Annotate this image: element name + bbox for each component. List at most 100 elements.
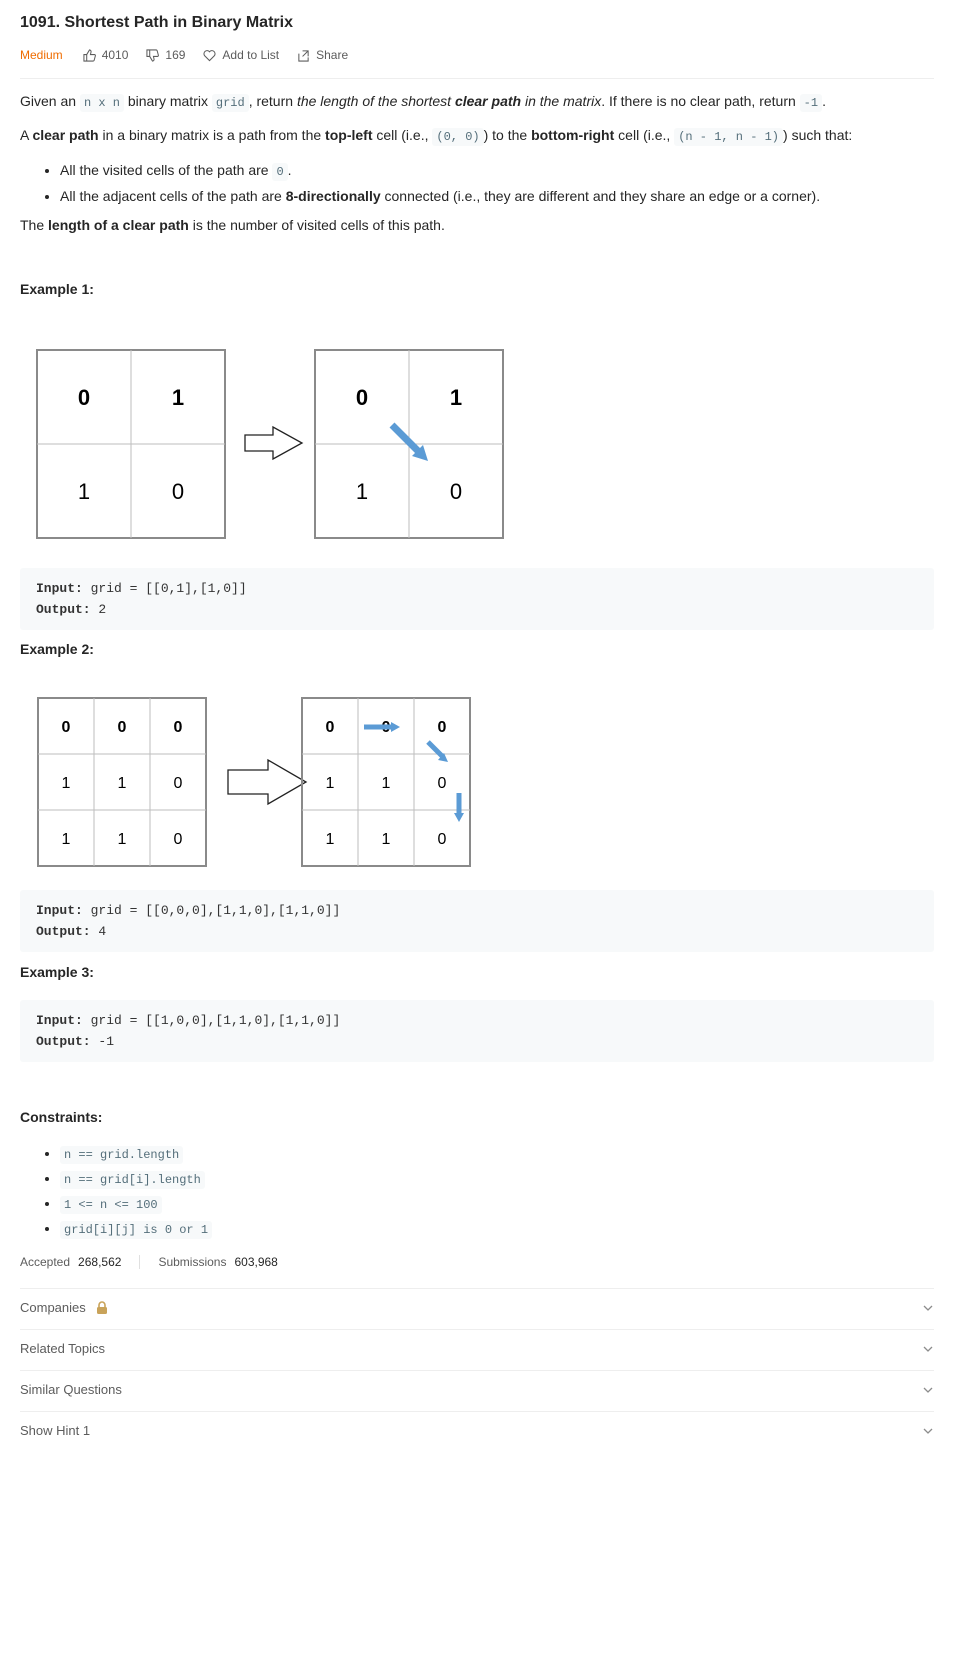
grid-cell: 1 (382, 775, 391, 792)
chevron-down-icon (923, 1346, 933, 1352)
grid-cell: 0 (326, 719, 335, 736)
example-1-diagram: 0 1 1 0 0 1 1 0 (36, 349, 504, 539)
grid-cell: 1 (78, 479, 90, 504)
chevron-down-icon (923, 1428, 933, 1434)
text: . (822, 93, 826, 109)
difficulty-label: Medium (20, 48, 63, 62)
show-hint-label: Show Hint 1 (20, 1423, 91, 1438)
chevron-down-icon (923, 1305, 933, 1311)
transform-arrow-icon (227, 758, 308, 806)
text: The (20, 217, 49, 233)
grid-cell: 0 (438, 831, 447, 848)
grid-cell: 1 (62, 775, 71, 792)
example-3-code: Input: grid = [[1,0,0],[1,1,0],[1,1,0]] … (20, 1000, 934, 1062)
similar-questions-label: Similar Questions (20, 1382, 122, 1397)
grid-cell: 1 (118, 775, 127, 792)
list-item: n == grid.length (60, 1142, 934, 1167)
list-item: n == grid[i].length (60, 1167, 934, 1192)
submissions-count: 603,968 (234, 1255, 278, 1269)
submission-stats: Accepted 268,562 Submissions 603,968 (20, 1255, 296, 1269)
grid-cell: 1 (356, 479, 368, 504)
add-to-list-button[interactable]: Add to List (203, 48, 279, 62)
emphasis-text: in the matrix (521, 93, 602, 109)
bold-text: clear path (32, 127, 99, 143)
related-topics-toggle[interactable]: Related Topics (20, 1341, 934, 1356)
share-button[interactable]: Share (297, 48, 348, 62)
text: ) to the (483, 127, 532, 143)
transform-arrow-icon (244, 425, 304, 461)
lock-icon (96, 1301, 107, 1314)
constraint-code: 1 <= n <= 100 (60, 1196, 162, 1214)
inline-code: (n - 1, n - 1) (674, 128, 784, 146)
submissions-label: Submissions (158, 1255, 227, 1269)
problem-meta: Medium 4010 169 Add to List Share (20, 48, 366, 62)
bold-text: 8-directionally (285, 188, 381, 204)
grid-cell: 0 (118, 719, 127, 736)
bold-text: bottom-right (531, 127, 615, 143)
list-item: grid[i][j] is 0 or 1 (60, 1217, 934, 1242)
text: , return (248, 93, 297, 109)
text: All the adjacent cells of the path are (60, 188, 286, 204)
text: . If there is no clear path, return (601, 93, 800, 109)
text: Given an (20, 93, 80, 109)
input-label: Input: (36, 903, 83, 918)
constraints-list: n == grid.length n == grid[i].length 1 <… (20, 1142, 934, 1242)
bold-text: top-left (325, 127, 373, 143)
grid-cell: 0 (174, 719, 183, 736)
output-value: 2 (90, 602, 107, 617)
divider (20, 1411, 934, 1412)
add-to-list-label: Add to List (222, 48, 280, 62)
constraint-code: grid[i][j] is 0 or 1 (60, 1221, 213, 1239)
share-icon (298, 49, 309, 62)
list-item: All the visited cells of the path are 0. (60, 160, 934, 182)
grid-left: 0 0 0 1 1 0 1 1 0 (37, 697, 207, 867)
like-button[interactable]: 4010 (83, 48, 129, 62)
grid-cell: 0 (356, 385, 368, 410)
heart-icon (203, 49, 216, 61)
output-value: -1 (90, 1034, 115, 1049)
example-3-heading: Example 3: (20, 964, 94, 980)
grid-cell: 1 (382, 831, 391, 848)
show-hint-toggle[interactable]: Show Hint 1 (20, 1423, 934, 1438)
dislike-count: 169 (165, 48, 186, 62)
constraints-heading: Constraints: (20, 1109, 103, 1125)
example-1-code: Input: grid = [[0,1],[1,0]] Output: 2 (20, 568, 934, 630)
grid-cell: 0 (174, 775, 183, 792)
description-paragraph-1: Given an n x n binary matrix grid, retur… (20, 91, 934, 113)
grid-cell: 0 (438, 775, 447, 792)
condition-list: All the visited cells of the path are 0.… (20, 160, 934, 210)
input-value: grid = [[0,1],[1,0]] (82, 581, 247, 596)
input-label: Input: (36, 581, 83, 596)
text: . (287, 162, 292, 178)
similar-questions-toggle[interactable]: Similar Questions (20, 1382, 934, 1397)
grid-cell: 0 (62, 719, 71, 736)
description-paragraph-3: The length of a clear path is the number… (20, 215, 934, 235)
list-item: 1 <= n <= 100 (60, 1192, 934, 1217)
text: A (20, 127, 33, 143)
like-count: 4010 (101, 48, 129, 62)
example-1-heading: Example 1: (20, 281, 94, 297)
divider (20, 1329, 934, 1330)
example-2-code: Input: grid = [[0,0,0],[1,1,0],[1,1,0]] … (20, 890, 934, 952)
inline-code: -1 (799, 94, 823, 112)
grid-cell: 1 (326, 775, 335, 792)
companies-section-toggle[interactable]: Companies (20, 1300, 934, 1315)
bold-text: length of a clear path (48, 217, 189, 233)
grid-cell: 0 (438, 719, 447, 736)
path-arrowhead (391, 722, 400, 732)
grid-cell: 0 (450, 479, 462, 504)
grid-cell: 1 (172, 385, 184, 410)
text: ) such that: (783, 127, 853, 143)
text: is the number of visited cells of this p… (188, 217, 445, 233)
grid-cell: 1 (450, 385, 462, 410)
constraint-code: n == grid.length (60, 1146, 184, 1164)
grid-cell: 0 (172, 479, 184, 504)
list-item: All the adjacent cells of the path are 8… (60, 186, 934, 206)
grid-cell: 1 (118, 831, 127, 848)
grid-cell: 0 (78, 385, 90, 410)
input-value: grid = [[1,0,0],[1,1,0],[1,1,0]] (82, 1013, 341, 1028)
grid-right: 000110110 (301, 697, 471, 867)
dislike-button[interactable]: 169 (146, 48, 185, 62)
share-label: Share (316, 48, 349, 62)
divider (20, 1288, 934, 1289)
